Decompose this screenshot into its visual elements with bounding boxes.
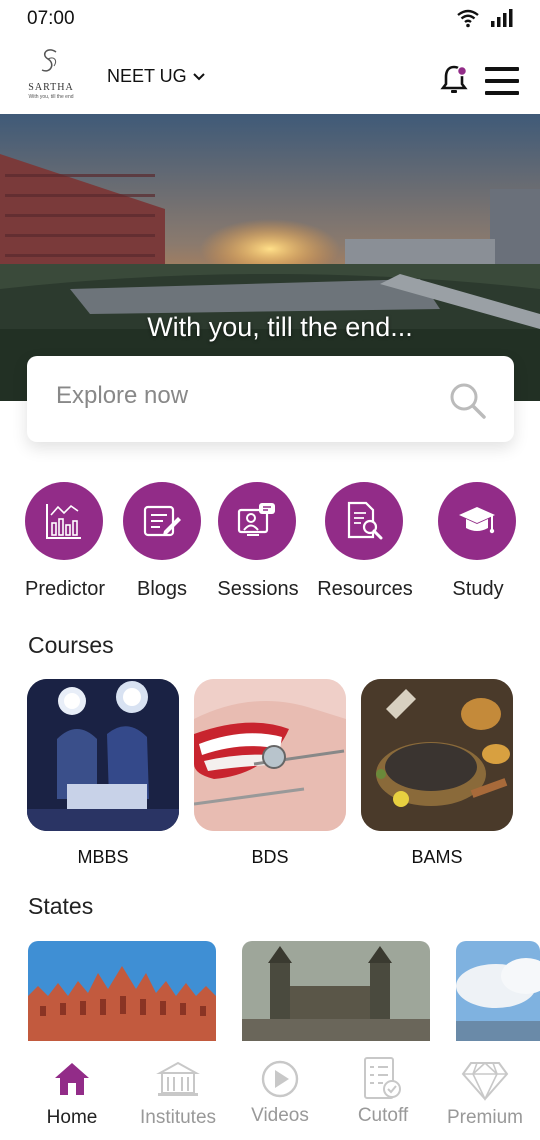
document-search-icon — [347, 501, 383, 540]
surgery-image — [27, 679, 179, 831]
ayurveda-image — [361, 679, 513, 831]
sky-clouds-image — [456, 941, 540, 1041]
app-bar: SARTHA With you, till the end NEET UG — [0, 40, 540, 114]
nav-home[interactable]: Home — [18, 1041, 126, 1140]
logo-mark-icon — [41, 49, 57, 72]
state-card-third[interactable] — [456, 941, 540, 1041]
chart-icon — [46, 504, 81, 539]
state-card-maharashtra[interactable] — [242, 941, 430, 1041]
sartha-logo[interactable]: SARTHA With you, till the end — [18, 46, 84, 102]
checklist-icon — [364, 1057, 401, 1099]
course-card-bds[interactable] — [194, 679, 346, 831]
logo-text: SARTHA — [28, 82, 74, 93]
nav-label-premium: Premium — [446, 1107, 523, 1128]
quick-link-label: Blogs — [136, 578, 188, 600]
course-label-mbbs: MBBS — [77, 847, 129, 867]
hero-caption: With you, till the end... — [147, 312, 413, 342]
search-bar[interactable]: Explore now — [27, 356, 514, 442]
nav-label-videos: Videos — [251, 1105, 309, 1126]
dental-image — [194, 679, 346, 831]
institute-building-icon — [156, 1061, 200, 1096]
blog-edit-icon — [143, 505, 181, 537]
video-session-icon — [237, 503, 275, 536]
graduation-cap-icon — [459, 507, 495, 534]
course-label-bams: BAMS — [411, 847, 463, 867]
course-card-bams[interactable] — [361, 679, 513, 831]
nav-institutes[interactable]: Institutes — [124, 1041, 232, 1140]
nav-premium[interactable]: Premium — [431, 1041, 539, 1140]
chevron-down-icon — [192, 72, 205, 80]
courses-title: Courses — [28, 632, 114, 658]
nav-label-home: Home — [46, 1107, 98, 1128]
quick-link-label: Resources — [317, 578, 413, 600]
course-card-mbbs[interactable] — [27, 679, 179, 831]
search-placeholder: Explore now — [56, 382, 189, 409]
status-icons — [456, 8, 514, 28]
signal-icon — [491, 9, 513, 27]
status-time: 07:00 — [27, 8, 75, 29]
quick-link-label: Study — [452, 578, 504, 600]
wifi-icon — [457, 9, 479, 28]
status-bar: 07:00 — [0, 0, 540, 40]
notification-bell-icon[interactable] — [440, 64, 468, 96]
hamburger-menu-icon[interactable] — [485, 67, 519, 95]
state-card-rajasthan[interactable] — [28, 941, 216, 1041]
quick-link-label: Predictor — [24, 578, 106, 600]
search-icon[interactable] — [448, 381, 488, 421]
nav-cutoff[interactable]: Cutoff — [329, 1041, 437, 1140]
exam-selector-label: NEET UG — [107, 66, 187, 86]
nav-videos[interactable]: Videos — [226, 1041, 334, 1140]
hawa-mahal-image — [28, 941, 216, 1041]
course-label-bds: BDS — [251, 847, 289, 867]
play-circle-icon — [261, 1060, 299, 1098]
nav-label-institutes: Institutes — [139, 1107, 217, 1128]
quick-link-label: Sessions — [217, 578, 299, 600]
gateway-of-india-image — [242, 941, 430, 1041]
diamond-icon — [461, 1061, 509, 1101]
home-icon — [55, 1063, 89, 1095]
exam-selector[interactable]: NEET UG — [107, 66, 205, 87]
bottom-navigation: Home Institutes Videos Cutoff Premium — [0, 1041, 540, 1140]
nav-label-cutoff: Cutoff — [357, 1105, 409, 1126]
states-title: States — [28, 893, 94, 919]
logo-tagline: With you, till the end — [28, 94, 74, 100]
